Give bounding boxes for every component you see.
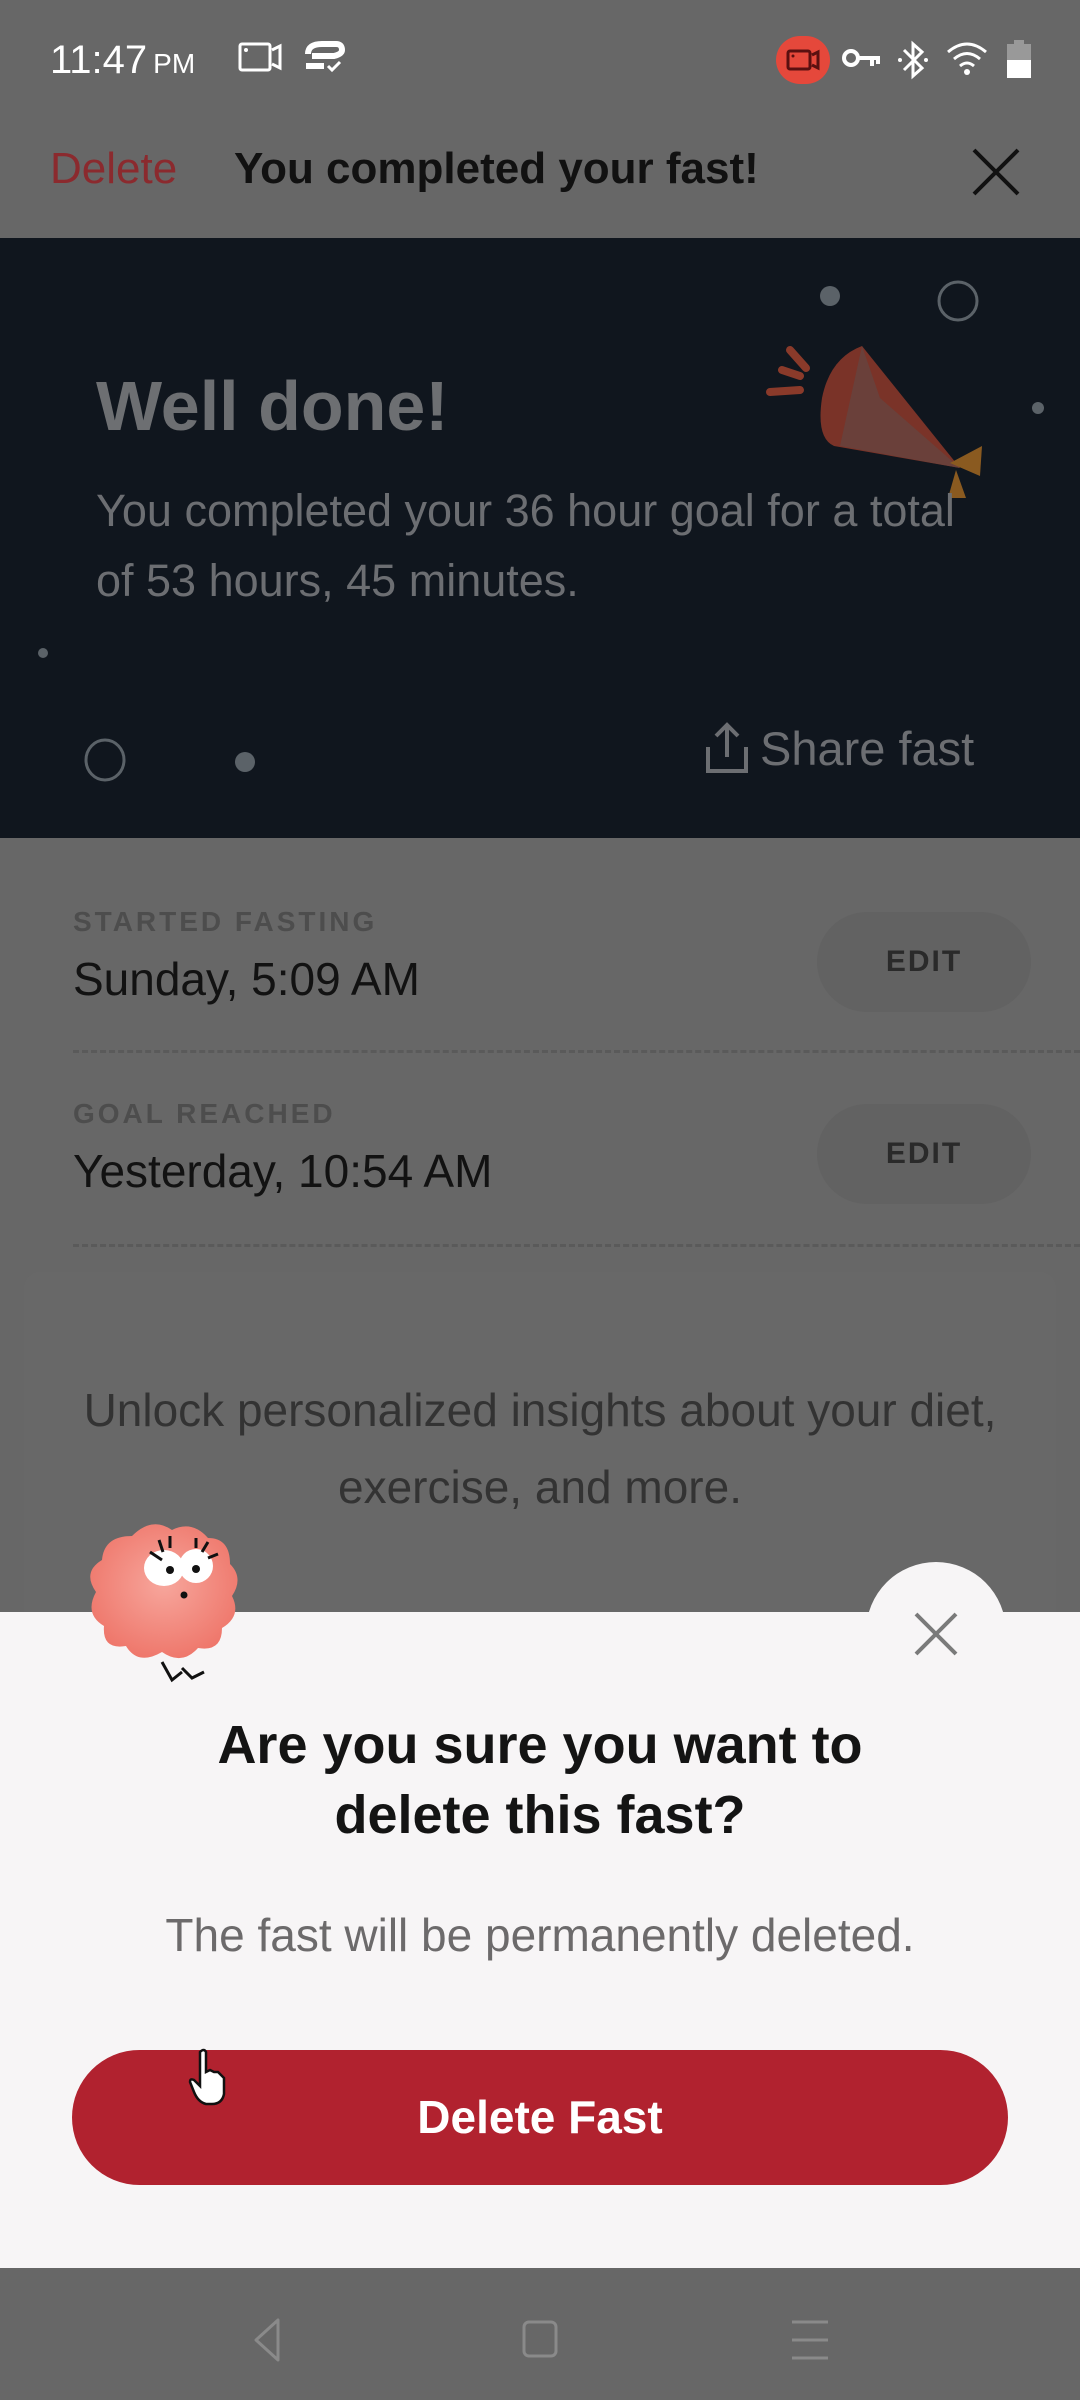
header-title: You completed your fast!: [234, 144, 759, 193]
status-time: 11:47 PM: [50, 38, 195, 83]
mascot-icon: [90, 1524, 238, 1683]
hero-title: Well done!: [96, 367, 449, 445]
time-text: 11:47: [50, 38, 148, 82]
goal-reached-row: GOAL REACHED Yesterday, 10:54 AM EDIT: [0, 1030, 1080, 1247]
row-value: Yesterday, 10:54 AM: [73, 1145, 493, 1197]
vpn-key-icon: [842, 49, 880, 67]
promo-text: Unlock personalized insights about your …: [83, 1384, 997, 1513]
pointer-cursor-icon: [188, 2048, 226, 2106]
recording-active-icon: [776, 36, 830, 84]
dialog-title: Are you sure you want to delete this fas…: [0, 1710, 1080, 1850]
divider: [73, 1244, 1080, 1247]
dialog-message: The fast will be permanently deleted.: [165, 1909, 915, 1961]
dialog-title-text: Are you sure you want to delete this fas…: [217, 1715, 863, 1845]
edit-goal-button[interactable]: EDIT: [817, 1104, 1031, 1204]
bluetooth-icon: [898, 40, 928, 80]
back-icon[interactable]: [238, 2308, 298, 2368]
confetti-ring: [84, 738, 126, 782]
header-delete-button[interactable]: Delete: [50, 144, 177, 194]
sync-check-icon: [305, 41, 346, 73]
ampm-text: PM: [153, 48, 196, 79]
confetti-dot: [38, 648, 48, 658]
close-icon[interactable]: [906, 1604, 966, 1664]
battery-icon: [1007, 40, 1031, 78]
wifi-icon: [947, 42, 987, 75]
share-fast-button[interactable]: Share fast: [704, 718, 974, 778]
recents-icon[interactable]: [780, 2308, 840, 2368]
row-label: STARTED FASTING: [73, 906, 378, 937]
home-icon[interactable]: [510, 2308, 570, 2368]
edit-start-button[interactable]: EDIT: [817, 912, 1031, 1012]
confetti-dot: [235, 752, 255, 772]
screen-record-icon: [238, 42, 282, 72]
close-icon[interactable]: [966, 142, 1026, 202]
status-bar: 11:47 PM: [0, 0, 1080, 120]
celebration-hero: Well done! You completed your 36 hour go…: [0, 238, 1080, 838]
system-nav-bar: [0, 2268, 1080, 2400]
confetti-dot: [820, 286, 840, 306]
row-label: GOAL REACHED: [73, 1098, 336, 1129]
confetti-dot: [1032, 402, 1044, 414]
confetti-ring: [937, 280, 979, 322]
share-icon: [706, 722, 748, 773]
started-fasting-row: STARTED FASTING Sunday, 5:09 AM EDIT: [0, 838, 1080, 1053]
row-value: Sunday, 5:09 AM: [73, 953, 420, 1005]
top-app-bar: Delete You completed your fast!: [0, 120, 1080, 238]
hero-subtitle: You completed your 36 hour goal for a to…: [96, 485, 955, 606]
share-fast-label: Share fast: [760, 721, 975, 775]
